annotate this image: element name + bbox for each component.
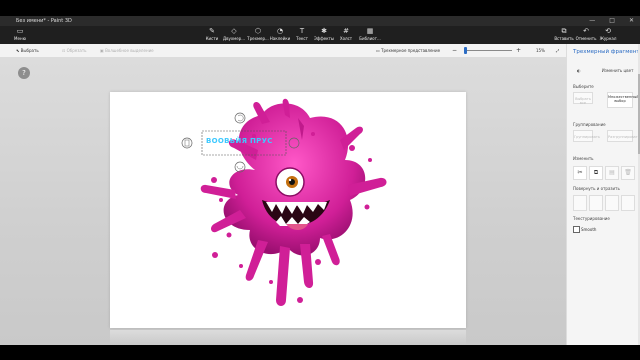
delete-icon: 🗑 <box>624 169 632 176</box>
smooth-checkbox[interactable] <box>573 226 580 233</box>
letterbox-bottom <box>0 345 640 360</box>
rotate-section-header: Повернуть и отразить <box>573 186 620 191</box>
select-all-button[interactable]: Выбрать все <box>573 92 593 105</box>
ungroup-label: Разгруппировать <box>608 135 640 139</box>
multi-select-label: Множественный выбор <box>608 95 639 103</box>
select-section-header: Выберите <box>573 84 594 89</box>
delete-button[interactable]: 🗑 <box>621 166 635 180</box>
change-color-label: Изменить цвет <box>601 68 634 73</box>
paste-icon: ▤ <box>609 169 615 176</box>
selection-box[interactable] <box>0 0 640 360</box>
change-color-button[interactable]: ◐ Изменить цвет <box>577 68 633 73</box>
scissors-icon: ✂ <box>577 169 583 176</box>
group-button[interactable]: Группировать <box>573 130 600 142</box>
copy-button[interactable]: ⧉ <box>589 166 603 180</box>
group-section-header: Группирование <box>573 122 606 127</box>
cut-button[interactable]: ✂ <box>573 166 587 180</box>
copy-icon: ⧉ <box>593 169 599 176</box>
multi-select-button[interactable]: Множественный выбор <box>607 92 639 108</box>
app-frame: Без имени* - Paint 3D — □ ✕ ▭ Меню ✎ Кис… <box>0 0 640 360</box>
paste-panel-button[interactable]: ▤ <box>605 166 619 180</box>
ungroup-button[interactable]: Разгруппировать <box>607 130 640 142</box>
rotate-right-button[interactable] <box>589 195 603 211</box>
side-panel: Трехмерный фрагмент ◐ Изменить цвет Выбе… <box>566 44 640 345</box>
flip-horizontal-button[interactable] <box>605 195 619 211</box>
select-all-label: Выбрать все <box>575 97 591 105</box>
edit-section-header: Изменить <box>573 156 594 161</box>
smooth-label: Smooth <box>581 227 597 232</box>
rotate-left-button[interactable] <box>573 195 587 211</box>
group-label: Группировать <box>574 135 600 139</box>
panel-title: Трехмерный фрагмент <box>573 49 640 55</box>
palette-icon: ◐ <box>577 68 582 73</box>
3d-text-object[interactable]: ВООВЬЙЯ ПРУС <box>206 137 273 145</box>
flip-vertical-button[interactable] <box>621 195 635 211</box>
texture-section-header: Текстурирование <box>573 216 610 221</box>
